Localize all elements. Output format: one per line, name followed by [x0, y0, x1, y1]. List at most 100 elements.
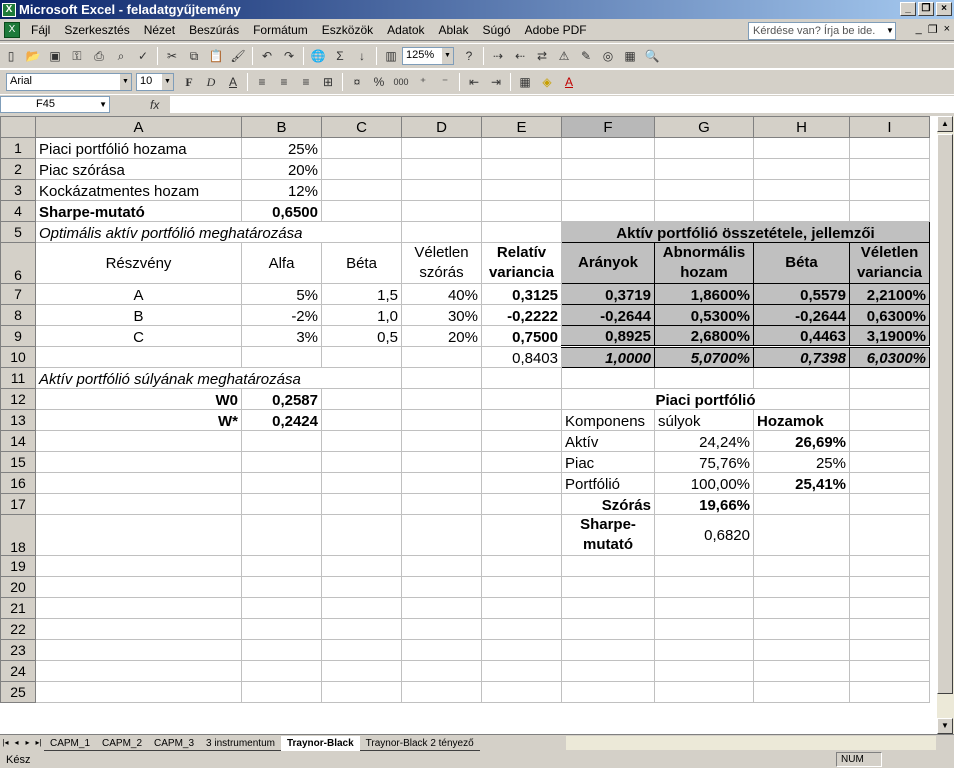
row-header[interactable]: 16: [0, 472, 36, 494]
cell[interactable]: [401, 367, 482, 389]
name-box[interactable]: F45 ▼: [0, 96, 110, 113]
new-icon[interactable]: ▯: [0, 45, 22, 67]
cell[interactable]: [849, 514, 930, 556]
row-header[interactable]: 23: [0, 639, 36, 661]
scroll-thumb[interactable]: [937, 134, 953, 694]
column-header-b[interactable]: B: [241, 116, 322, 138]
cell[interactable]: [654, 200, 754, 222]
cell[interactable]: [35, 430, 242, 452]
row-header[interactable]: 18: [0, 514, 36, 556]
trace-precedents-icon[interactable]: ⇢: [487, 45, 509, 67]
sort-ascending-icon[interactable]: ↓: [351, 45, 373, 67]
sheet-tab-3-instrumentum[interactable]: 3 instrumentum: [200, 736, 281, 751]
cell[interactable]: [849, 618, 930, 640]
cell-i6[interactable]: Véletlen variancia: [849, 242, 930, 284]
cell[interactable]: [654, 660, 754, 682]
cell-b9[interactable]: 3%: [241, 325, 322, 347]
chevron-down-icon[interactable]: ▼: [99, 97, 107, 112]
evaluate-formula-icon[interactable]: 🔍: [641, 45, 663, 67]
cell[interactable]: [241, 472, 322, 494]
row-header[interactable]: 8: [0, 304, 36, 326]
cell-a3[interactable]: Kockázatmentes hozam: [35, 179, 242, 201]
cell[interactable]: [321, 409, 402, 431]
cell[interactable]: [753, 367, 850, 389]
cell-g17[interactable]: 19,66%: [654, 493, 754, 515]
undo-icon[interactable]: ↶: [256, 45, 278, 67]
cell-h6[interactable]: Béta: [753, 242, 850, 284]
cell[interactable]: [321, 451, 402, 473]
first-sheet-icon[interactable]: |◂: [0, 736, 11, 750]
menu-help[interactable]: Súgó: [476, 23, 518, 37]
row-header[interactable]: 12: [0, 388, 36, 410]
help-icon[interactable]: ?: [458, 45, 480, 67]
cell-h7[interactable]: 0,5579: [753, 283, 850, 305]
cell[interactable]: [561, 660, 655, 682]
sheet-tab-traynor-black-2[interactable]: Traynor-Black 2 tényező: [359, 736, 480, 751]
decrease-indent-icon[interactable]: ⇤: [463, 71, 485, 93]
row-header[interactable]: 19: [0, 555, 36, 577]
cell[interactable]: [561, 137, 655, 159]
cell-c6[interactable]: Béta: [321, 242, 402, 284]
cell[interactable]: [401, 514, 482, 556]
paste-icon[interactable]: 📋: [205, 45, 227, 67]
cell[interactable]: [35, 597, 242, 619]
cell[interactable]: [401, 158, 482, 180]
spreadsheet-grid[interactable]: A B C D E F G H I 1 Piaci portfólió hoza…: [0, 116, 937, 734]
cell[interactable]: [753, 179, 850, 201]
select-all-corner[interactable]: [0, 116, 36, 138]
cell[interactable]: [849, 158, 930, 180]
cell[interactable]: [481, 179, 562, 201]
cell-b1[interactable]: 25%: [241, 137, 322, 159]
cell[interactable]: [401, 346, 482, 368]
circle-invalid-icon[interactable]: ◎: [597, 45, 619, 67]
cell-b12[interactable]: 0,2587: [241, 388, 322, 410]
cell[interactable]: [849, 430, 930, 452]
cell-d8[interactable]: 30%: [401, 304, 482, 326]
cell[interactable]: [849, 660, 930, 682]
cut-icon[interactable]: ✂: [161, 45, 183, 67]
cell[interactable]: [401, 409, 482, 431]
cell[interactable]: [654, 618, 754, 640]
cell[interactable]: [561, 555, 655, 577]
cell[interactable]: [481, 388, 562, 410]
cell[interactable]: [481, 430, 562, 452]
formula-input[interactable]: [170, 96, 954, 113]
menu-data[interactable]: Adatok: [380, 23, 431, 37]
cell-g13[interactable]: súlyok: [654, 409, 754, 431]
cell-c8[interactable]: 1,0: [321, 304, 402, 326]
menu-tools[interactable]: Eszközök: [315, 23, 380, 37]
cell[interactable]: [321, 660, 402, 682]
cell[interactable]: [849, 681, 930, 703]
cell-f13[interactable]: Komponens: [561, 409, 655, 431]
cell-d7[interactable]: 40%: [401, 283, 482, 305]
cell[interactable]: [35, 514, 242, 556]
cell-i7[interactable]: 2,2100%: [849, 283, 930, 305]
column-header-e[interactable]: E: [481, 116, 562, 138]
cell[interactable]: [35, 576, 242, 598]
cell-g14[interactable]: 24,24%: [654, 430, 754, 452]
cell-f17[interactable]: Szórás: [561, 493, 655, 515]
column-header-a[interactable]: A: [35, 116, 242, 138]
cell[interactable]: [654, 681, 754, 703]
cell-f16[interactable]: Portfólió: [561, 472, 655, 494]
cell[interactable]: [654, 576, 754, 598]
cell[interactable]: [561, 597, 655, 619]
cell[interactable]: [321, 388, 402, 410]
autosum-icon[interactable]: Σ: [329, 45, 351, 67]
cell-h8[interactable]: -0,2644: [753, 304, 850, 326]
cell[interactable]: [561, 576, 655, 598]
cell-f6[interactable]: Arányok: [561, 242, 655, 284]
cell[interactable]: [753, 597, 850, 619]
column-header-h[interactable]: H: [753, 116, 850, 138]
cell[interactable]: [849, 451, 930, 473]
cell-a11[interactable]: Aktív portfólió súlyának meghatározása: [35, 367, 402, 389]
row-header[interactable]: 7: [0, 283, 36, 305]
menu-window[interactable]: Ablak: [432, 23, 476, 37]
cell[interactable]: [481, 367, 562, 389]
cell[interactable]: [241, 493, 322, 515]
borders-icon[interactable]: ▦: [514, 71, 536, 93]
cell[interactable]: [481, 451, 562, 473]
cell[interactable]: [35, 555, 242, 577]
cell[interactable]: [321, 200, 402, 222]
cell-h10[interactable]: 0,7398: [753, 345, 850, 368]
